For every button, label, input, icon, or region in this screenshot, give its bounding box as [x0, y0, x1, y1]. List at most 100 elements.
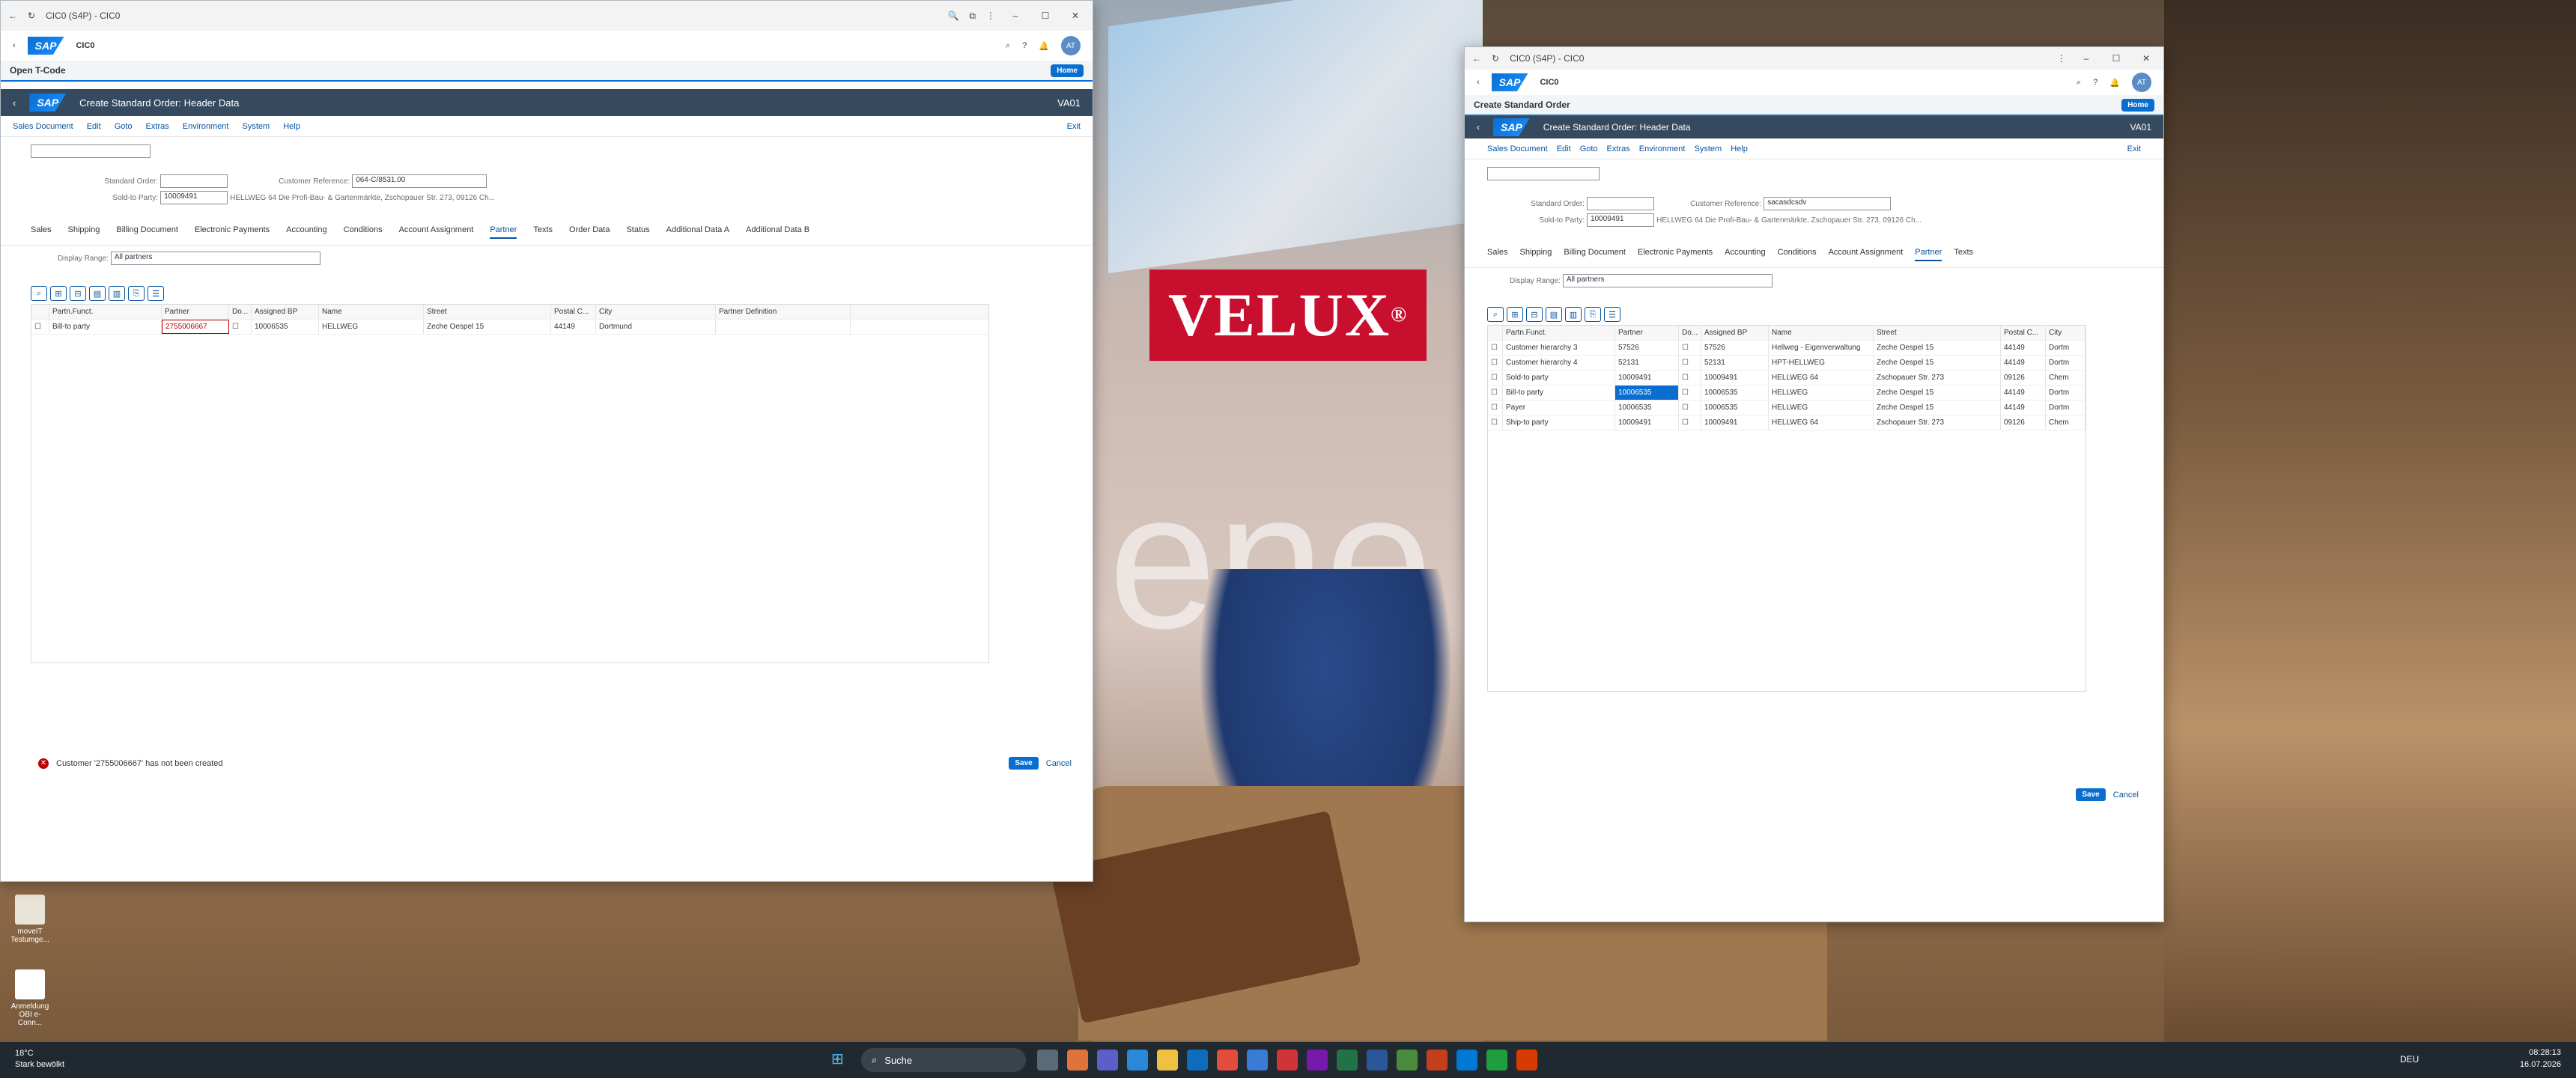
deselect-icon[interactable]: ⊟	[1526, 307, 1543, 322]
open-tcode-label[interactable]: Open T-Code	[10, 65, 66, 76]
taskbar-search[interactable]: ⌕ Suche	[861, 1048, 1026, 1072]
pdf-icon[interactable]	[1277, 1050, 1298, 1071]
table-row[interactable]: ☐ Bill-to party 2755006667 ☐ 10006535 HE…	[31, 320, 988, 335]
app-icon[interactable]	[1516, 1050, 1537, 1071]
maximize-button[interactable]: ☐	[1036, 10, 1055, 21]
tcode-label[interactable]: VA01	[1057, 97, 1081, 109]
help-icon[interactable]: ?	[1022, 41, 1027, 50]
col-header[interactable]: Name	[1769, 326, 1874, 340]
tab-additional-data-b[interactable]: Additional Data B	[746, 225, 809, 239]
back-icon[interactable]: ←	[8, 10, 17, 21]
menu-system[interactable]: System	[1695, 144, 1722, 153]
language-indicator[interactable]: DEU	[2400, 1054, 2419, 1065]
partner-cell[interactable]: 10006535	[1615, 401, 1679, 415]
shell-title[interactable]: CIC0	[1540, 78, 1558, 87]
tab-additional-data-a[interactable]: Additional Data A	[666, 225, 729, 239]
tab-status[interactable]: Status	[626, 225, 649, 239]
partner-cell[interactable]: 10006535	[1615, 386, 1679, 400]
menu-edit[interactable]: Edit	[1557, 144, 1571, 153]
bell-icon[interactable]: 🔔	[1039, 41, 1049, 51]
partner-cell[interactable]: 57526	[1615, 341, 1679, 355]
tab-electronic-payments[interactable]: Electronic Payments	[1638, 248, 1713, 261]
shell-title[interactable]: CIC0	[76, 41, 94, 50]
menu-extras[interactable]: Extras	[1607, 144, 1630, 153]
display-range-select[interactable]: All partners	[110, 252, 321, 265]
reload-icon[interactable]: ↻	[28, 10, 35, 21]
app-icon[interactable]	[1067, 1050, 1088, 1071]
cancel-button[interactable]: Cancel	[2113, 791, 2139, 800]
minimize-button[interactable]: –	[1006, 10, 1025, 21]
tcode-label[interactable]: VA01	[2130, 122, 2151, 133]
table-row[interactable]: ☐ Customer hierarchy 3 57526 ☐ 57526 Hel…	[1488, 341, 2086, 356]
menu-system[interactable]: System	[243, 122, 270, 131]
tab-shipping[interactable]: Shipping	[1520, 248, 1552, 261]
col-header[interactable]: Partner	[162, 305, 229, 319]
search-icon[interactable]: ⌕	[1006, 41, 1010, 51]
powerpoint-icon[interactable]	[1427, 1050, 1448, 1071]
exit-button[interactable]: Exit	[2127, 144, 2141, 153]
tab-shipping[interactable]: Shipping	[68, 225, 100, 239]
select-all-icon[interactable]: ⊞	[1507, 307, 1523, 322]
customer-reference-field[interactable]: 064-C/8531.00	[352, 174, 487, 188]
menu-environment[interactable]: Environment	[183, 122, 229, 131]
command-field[interactable]	[31, 144, 151, 158]
zoom-icon[interactable]: 🔍	[947, 10, 959, 21]
maximize-button[interactable]: ☐	[2106, 53, 2126, 64]
onenote-icon[interactable]	[1307, 1050, 1328, 1071]
menu-goto[interactable]: Goto	[1580, 144, 1598, 153]
tab-accounting[interactable]: Accounting	[286, 225, 326, 239]
bell-icon[interactable]: 🔔	[2109, 78, 2120, 88]
col-header[interactable]: Assigned BP	[252, 305, 319, 319]
excel-icon[interactable]	[1337, 1050, 1358, 1071]
insert-row-icon[interactable]: ▤	[89, 286, 106, 301]
table-row[interactable]: ☐ Payer 10006535 ☐ 10006535 HELLWEG Zech…	[1488, 401, 2086, 415]
home-button[interactable]: Home	[2121, 98, 2154, 112]
menu-edit[interactable]: Edit	[87, 122, 101, 131]
avatar[interactable]: AT	[2132, 73, 2151, 92]
desktop-icon-anmeldung[interactable]: Anmeldung OBI e-Conn...	[7, 969, 52, 1027]
close-button[interactable]: ✕	[2136, 53, 2156, 64]
edge-icon[interactable]	[1127, 1050, 1148, 1071]
explorer-icon[interactable]	[1157, 1050, 1178, 1071]
more-icon[interactable]: ⋮	[2057, 53, 2066, 64]
tab-account-assignment[interactable]: Account Assignment	[399, 225, 474, 239]
start-icon[interactable]: ⊞	[831, 1050, 844, 1068]
chrome-icon[interactable]	[1217, 1050, 1238, 1071]
save-button[interactable]: Save	[1009, 757, 1039, 770]
zoom-icon[interactable]: ⌕	[31, 286, 47, 301]
extensions-icon[interactable]: ⧉	[969, 10, 976, 22]
partner-function-cell[interactable]: Bill-to party	[1503, 386, 1615, 400]
search-icon[interactable]: ⌕	[2077, 78, 2081, 88]
back-icon[interactable]: ←	[1472, 53, 1481, 64]
partner-function-cell[interactable]: Payer	[1503, 401, 1615, 415]
table-row[interactable]: ☐ Ship-to party 10009491 ☐ 10009491 HELL…	[1488, 415, 2086, 430]
copy-icon[interactable]: ⎘	[1585, 307, 1601, 322]
tab-billing-document[interactable]: Billing Document	[1564, 248, 1626, 261]
col-header[interactable]: Postal C...	[2001, 326, 2046, 340]
home-button[interactable]: Home	[1051, 64, 1084, 77]
details-icon[interactable]: ☰	[1604, 307, 1620, 322]
system-clock[interactable]: 08:28:13 16.07.2026	[2520, 1047, 2561, 1071]
insert-row-icon[interactable]: ▤	[1546, 307, 1562, 322]
col-header[interactable]: Street	[1874, 326, 2001, 340]
task-view-icon[interactable]	[1037, 1050, 1058, 1071]
desktop-icon-moveit[interactable]: moveIT Testumge...	[7, 895, 52, 944]
col-header[interactable]: Partn.Funct.	[49, 305, 162, 319]
partner-function-cell[interactable]: Ship-to party	[1503, 415, 1615, 430]
menu-help[interactable]: Help	[1731, 144, 1748, 153]
app-icon[interactable]	[1486, 1050, 1507, 1071]
command-field[interactable]	[1487, 167, 1600, 180]
sold-to-field[interactable]: 10009491	[160, 191, 228, 204]
table-row[interactable]: ☐ Bill-to party 10006535 ☐ 10006535 HELL…	[1488, 386, 2086, 401]
partner-cell[interactable]: 2755006667	[162, 320, 229, 334]
partner-function-cell[interactable]: Customer hierarchy 4	[1503, 356, 1615, 370]
menu-sales-document[interactable]: Sales Document	[13, 122, 73, 131]
deselect-icon[interactable]: ⊟	[70, 286, 86, 301]
menu-goto[interactable]: Goto	[115, 122, 133, 131]
app-icon[interactable]	[1247, 1050, 1268, 1071]
zoom-icon[interactable]: ⌕	[1487, 307, 1504, 322]
delete-row-icon[interactable]: ▥	[109, 286, 125, 301]
menu-help[interactable]: Help	[283, 122, 300, 131]
col-header[interactable]: Do...	[229, 305, 252, 319]
back-icon[interactable]: ‹	[1477, 78, 1480, 87]
